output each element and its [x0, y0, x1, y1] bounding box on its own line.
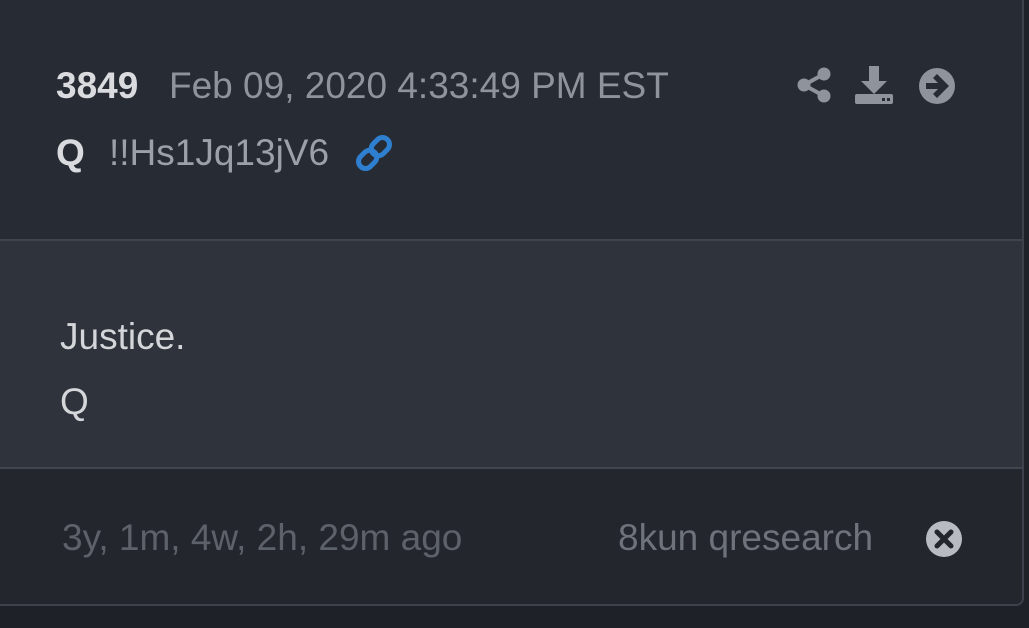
download-icon[interactable] [853, 64, 895, 106]
post-text-line: Justice. [60, 316, 186, 357]
post-number: 3849 [56, 65, 139, 106]
arrow-right-circle-icon[interactable] [917, 66, 957, 106]
close-circle-icon[interactable] [924, 519, 964, 559]
post-header: 3849 Feb 09, 2020 4:33:49 PM EST Q !!Hs1… [0, 0, 1022, 241]
link-icon[interactable] [353, 132, 395, 174]
post-source[interactable]: 8kun qresearch [618, 516, 873, 560]
post-card: 3849 Feb 09, 2020 4:33:49 PM EST Q !!Hs1… [0, 0, 1024, 606]
post-body: Justice. Q [0, 241, 1022, 469]
post-date: Feb 09, 2020 4:33:49 PM EST [169, 65, 669, 106]
post-footer: 3y, 1m, 4w, 2h, 29m ago 8kun qresearch [0, 469, 1022, 604]
post-tripcode: !!Hs1Jq13jV6 [109, 132, 330, 173]
share-icon[interactable] [795, 66, 833, 104]
post-text-line: Q [60, 381, 89, 422]
relative-time: 3y, 1m, 4w, 2h, 29m ago [62, 517, 463, 558]
post-author: Q [56, 132, 85, 173]
